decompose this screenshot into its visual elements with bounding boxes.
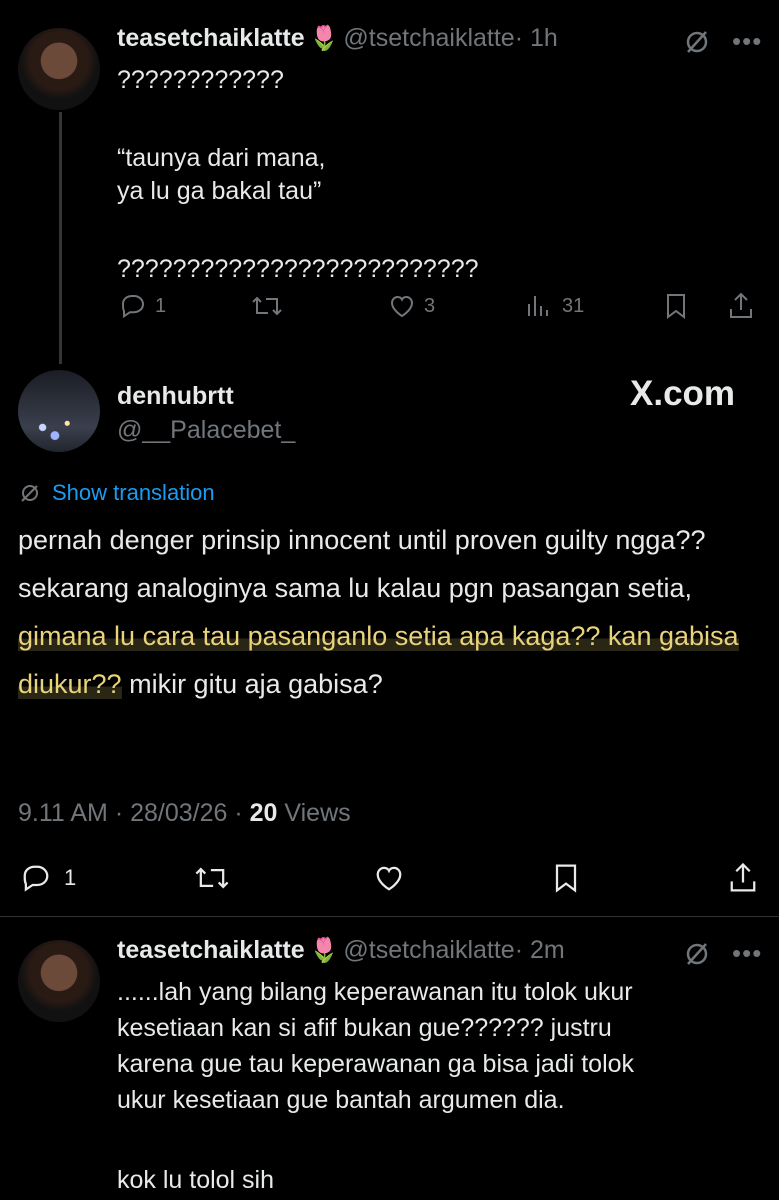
bookmark-icon	[667, 294, 685, 319]
tweet-time[interactable]: · 2m	[515, 936, 565, 964]
reply-count: 1	[155, 294, 167, 317]
view-count: 31	[562, 294, 585, 317]
more-icon[interactable]: •••	[732, 26, 762, 57]
avatar[interactable]	[18, 370, 100, 452]
tweet-time[interactable]: 9.11 AM	[18, 799, 108, 827]
share-button[interactable]	[726, 860, 760, 896]
heart-icon	[376, 866, 402, 891]
tweet1-body: ???????????? “taunya dari mana, ya lu ga…	[117, 64, 757, 286]
tulip-emoji: 🌷	[309, 25, 339, 52]
reply-button[interactable]: 1	[18, 860, 76, 896]
share-icon	[730, 862, 756, 892]
heart-icon	[390, 295, 414, 318]
avatar[interactable]	[18, 940, 100, 1022]
tweet-date[interactable]: 28/03/26	[130, 799, 227, 827]
reply-button[interactable]: 1	[117, 290, 166, 322]
author-handle[interactable]: @tsetchaiklatte	[343, 24, 514, 52]
divider	[0, 916, 779, 917]
tweet3-body: ......lah yang bilang keperawanan itu to…	[117, 974, 767, 1198]
reply-icon	[23, 865, 49, 892]
reply-count: 1	[64, 865, 77, 890]
author-handle[interactable]: @tsetchaiklatte	[343, 936, 514, 964]
more-icon[interactable]: •••	[732, 938, 762, 969]
author-name[interactable]: teasetchaiklatte	[117, 24, 305, 52]
author-name[interactable]: teasetchaiklatte	[117, 936, 305, 964]
tweet-text: mikir gitu aja gabisa?	[121, 669, 383, 699]
bookmark-button[interactable]	[662, 290, 690, 322]
tweet-line: “taunya dari mana,	[117, 144, 326, 172]
views-label: Views	[284, 799, 351, 827]
show-translation-label: Show translation	[52, 480, 215, 505]
tweet-time[interactable]: · 1h	[515, 24, 558, 52]
tulip-emoji: 🌷	[309, 937, 339, 964]
repost-button[interactable]	[250, 290, 284, 322]
tweet-header: teasetchaiklatte 🌷 @tsetchaiklatte· 2m	[117, 936, 677, 965]
tweet-line: kesetiaan kan si afif bukan gue?????? ju…	[117, 1014, 612, 1042]
views-button[interactable]: 31	[524, 290, 584, 322]
like-count: 3	[424, 294, 436, 317]
author-handle[interactable]: @__Palacebet_	[117, 416, 295, 445]
tweet-line: ??????????????????????????	[117, 255, 479, 283]
like-button[interactable]	[371, 860, 407, 896]
grok-icon[interactable]	[682, 939, 712, 974]
tweet-line: ya lu ga bakal tau”	[117, 177, 322, 205]
repost-icon	[252, 296, 282, 316]
analytics-icon	[528, 296, 548, 316]
tweet-line: ????????????	[117, 66, 284, 94]
thread-line	[59, 112, 62, 364]
tweet-line: karena gue tau keperawanan ga bisa jadi …	[117, 1050, 635, 1078]
translate-icon	[21, 485, 38, 502]
bookmark-icon	[555, 864, 577, 893]
tweet-text: pernah denger prinsip innocent until pro…	[18, 525, 706, 603]
avatar[interactable]	[18, 28, 100, 110]
tweet-line: kok lu tolol sih	[117, 1166, 275, 1194]
tweet-line: ukur kesetiaan gue bantah argumen dia.	[117, 1086, 565, 1114]
repost-icon	[195, 867, 229, 889]
watermark: X.com	[630, 374, 736, 413]
tweet-meta: 9.11 AM · 28/03/26 · 20 Views	[18, 799, 351, 827]
repost-button[interactable]	[193, 860, 231, 896]
bookmark-button[interactable]	[549, 860, 583, 896]
tweet-line: ......lah yang bilang keperawanan itu to…	[117, 978, 633, 1006]
share-icon	[730, 292, 752, 318]
reply-icon	[121, 295, 145, 319]
grok-icon[interactable]	[682, 27, 712, 62]
views-count: 20	[249, 799, 278, 827]
like-button[interactable]: 3	[386, 290, 435, 322]
share-button[interactable]	[726, 290, 756, 322]
author-name[interactable]: denhubrtt	[117, 382, 234, 411]
tweet-header: teasetchaiklatte 🌷 @tsetchaiklatte· 1h	[117, 24, 677, 53]
main-tweet-text: pernah denger prinsip innocent until pro…	[18, 516, 748, 708]
show-translation-link[interactable]: Show translation	[18, 480, 215, 506]
